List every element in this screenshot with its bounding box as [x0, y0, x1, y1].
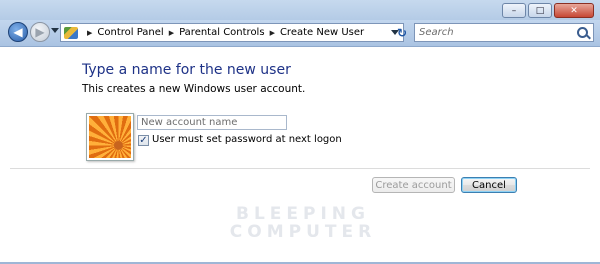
main-content: Type a name for the new user This create…: [0, 47, 600, 264]
account-name-input[interactable]: [137, 115, 287, 130]
divider: [10, 168, 590, 169]
breadcrumb-create-new-user[interactable]: Create New User: [280, 27, 364, 38]
address-bar[interactable]: ▶ Control Panel ▶ Parental Controls ▶ Cr…: [60, 23, 404, 42]
control-panel-icon: [64, 26, 78, 39]
chevron-right-icon[interactable]: ▶: [87, 29, 92, 37]
cancel-button[interactable]: Cancel: [461, 177, 517, 193]
minimize-button[interactable]: –: [502, 3, 526, 18]
recent-pages-dropdown-icon[interactable]: [51, 28, 59, 33]
page-title: Type a name for the new user: [82, 62, 291, 78]
breadcrumb-control-panel[interactable]: Control Panel: [97, 27, 163, 38]
password-change-checkbox[interactable]: ✓: [138, 135, 149, 146]
title-bar: – □ ✕: [0, 0, 600, 20]
page-subtitle: This creates a new Windows user account.: [82, 83, 306, 95]
search-icon[interactable]: [577, 27, 588, 38]
watermark-line-2: COMPUTER: [229, 222, 377, 242]
user-picture: [86, 113, 134, 161]
caption-buttons: – □ ✕: [502, 3, 594, 18]
forward-button[interactable]: ▶: [30, 22, 50, 42]
window: – □ ✕ ◀ ▶ ▶ Control Panel ▶ Parental Con…: [0, 0, 600, 264]
maximize-button[interactable]: □: [528, 3, 552, 18]
watermark-line-1: BLEEPING: [236, 204, 370, 224]
create-account-button[interactable]: Create account: [372, 177, 455, 193]
back-button[interactable]: ◀: [8, 22, 28, 42]
watermark: BLEEPING COMPUTER: [228, 205, 378, 241]
flower-user-picture-icon: [89, 116, 131, 158]
refresh-button[interactable]: ↻: [392, 24, 412, 42]
search-box[interactable]: [414, 23, 594, 42]
chevron-right-icon[interactable]: ▶: [169, 29, 174, 37]
chevron-right-icon[interactable]: ▶: [270, 29, 275, 37]
search-input[interactable]: [415, 24, 569, 41]
close-button[interactable]: ✕: [554, 3, 594, 18]
breadcrumb-parental-controls[interactable]: Parental Controls: [179, 27, 264, 38]
navigation-bar: ◀ ▶ ▶ Control Panel ▶ Parental Controls …: [0, 20, 600, 47]
password-change-checkbox-label[interactable]: User must set password at next logon: [152, 134, 342, 145]
